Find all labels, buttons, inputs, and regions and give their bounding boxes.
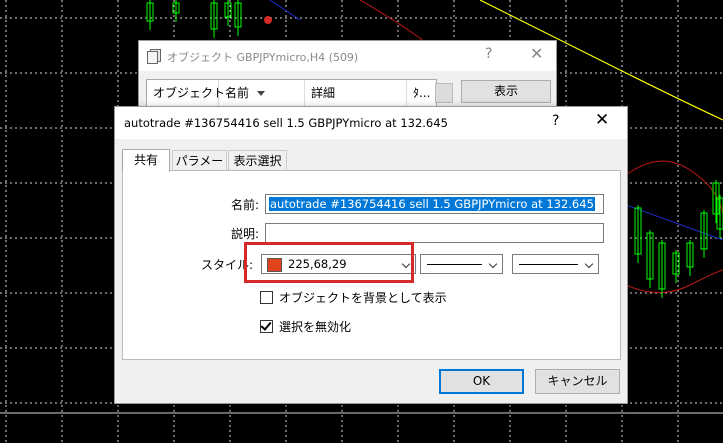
background-checkbox[interactable] [260, 291, 273, 304]
disable-selection-checkbox-label: 選択を無効化 [279, 320, 352, 334]
close-icon[interactable]: ✕ [530, 44, 543, 63]
show-button[interactable]: 表示 [461, 80, 551, 103]
line-width-preview [519, 264, 578, 265]
style-label: スタイル: [200, 258, 253, 272]
column-header-name[interactable]: 名前 [219, 80, 305, 106]
object-list-window: オブジェクト GBPJPYmicro,H4 (509) ? ✕ オブジェクト 名… [138, 40, 557, 112]
ok-button[interactable]: OK [439, 369, 524, 394]
help-icon[interactable]: ? [552, 113, 559, 129]
cancel-button[interactable]: キャンセル [535, 369, 620, 394]
help-icon[interactable]: ? [485, 46, 492, 62]
disable-selection-checkbox[interactable] [260, 319, 273, 333]
app-icon [147, 49, 161, 64]
color-highlight-box [244, 242, 414, 283]
sort-down-icon [257, 91, 266, 96]
tab-visualization[interactable]: 表示選択 [228, 150, 287, 171]
name-field[interactable]: autotrade #136754416 sell 1.5 GBPJPYmicr… [265, 194, 604, 214]
tab-common[interactable]: 共有 [122, 149, 170, 172]
column-header-name-label: 名前 [225, 86, 250, 100]
object-list-titlebar: オブジェクト GBPJPYmicro,H4 (509) ? ✕ [139, 41, 556, 71]
line-style-select[interactable] [420, 254, 503, 274]
column-header-object[interactable]: オブジェクト [147, 80, 225, 106]
name-label: 名前: [230, 198, 259, 212]
checkmark-icon [260, 319, 272, 331]
background-checkbox-label: オブジェクトを背景として表示 [279, 291, 447, 305]
description-field[interactable] [265, 223, 604, 243]
line-style-preview [427, 264, 482, 265]
dialog-titlebar: autotrade #136754416 sell 1.5 GBPJPYmicr… [115, 107, 627, 139]
column-header-details[interactable]: 詳細 [305, 80, 407, 106]
chevron-down-icon [584, 259, 594, 269]
dialog-title: autotrade #136754416 sell 1.5 GBPJPYmicr… [124, 116, 448, 130]
object-list-table[interactable]: オブジェクト 名前 詳細 ﾀ... [146, 79, 453, 109]
tab-parameters[interactable]: パラメータ [172, 150, 227, 188]
description-label: 説明: [230, 227, 259, 241]
column-header-type[interactable]: ﾀ... [407, 80, 435, 106]
column-scroll-button[interactable] [435, 83, 453, 103]
chevron-down-icon [488, 259, 498, 269]
trade-marker [264, 16, 272, 24]
object-list-title: オブジェクト GBPJPYmicro,H4 (509) [167, 51, 359, 64]
name-field-value: autotrade #136754416 sell 1.5 GBPJPYmicr… [269, 197, 595, 211]
close-icon[interactable]: ✕ [595, 110, 609, 130]
line-width-select[interactable] [512, 254, 599, 274]
